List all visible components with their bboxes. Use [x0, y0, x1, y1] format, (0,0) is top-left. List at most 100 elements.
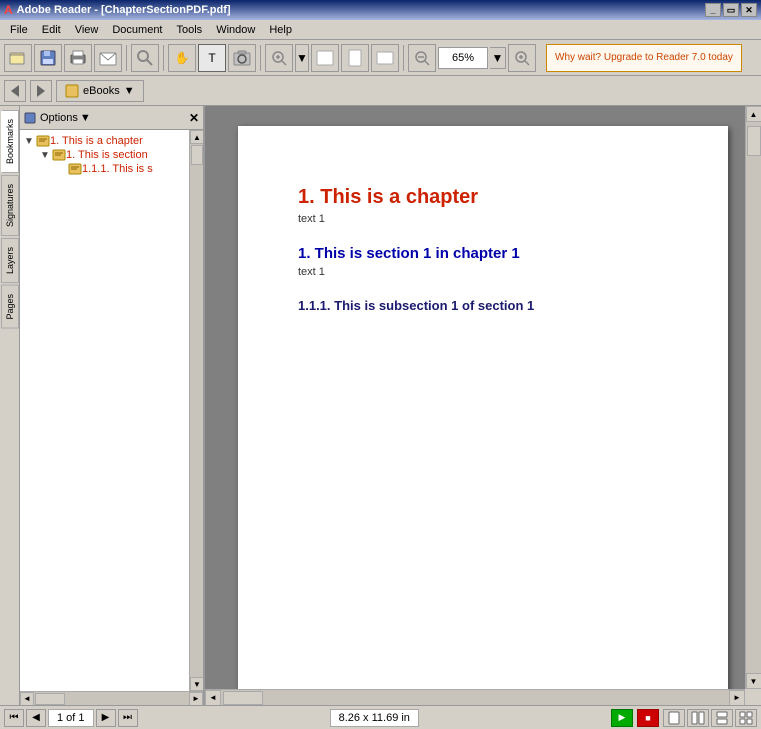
minimize-button[interactable]: _	[705, 3, 721, 17]
status-bar: ⏮ ◀ 1 of 1 ▶ ⏭ 8.26 x 11.69 in ▶ ■	[0, 705, 761, 729]
ebooks-label: eBooks	[83, 85, 120, 97]
panel-close-button[interactable]: ✕	[189, 111, 199, 125]
prev-page-button[interactable]: ◀	[26, 709, 46, 727]
toolbar-separator-4	[403, 45, 404, 71]
bookmark-item-chapter[interactable]: ▼ 1. This is a chapter	[20, 134, 189, 148]
expand-section-icon[interactable]: ▼	[40, 150, 52, 161]
bookmarks-scroll-track	[190, 144, 203, 677]
tab-pages[interactable]: Pages	[1, 285, 19, 329]
bookmarks-hscroll-right[interactable]: ►	[189, 692, 203, 706]
dimensions-display: 8.26 x 11.69 in	[330, 709, 419, 727]
hand-button[interactable]: ✋	[168, 44, 196, 72]
save-button[interactable]	[34, 44, 62, 72]
zoom-control: 65% ▼	[438, 47, 506, 69]
status-left: ⏮ ◀ 1 of 1 ▶ ⏭	[4, 709, 138, 727]
bookmark-item-section[interactable]: ▼ 1. This is section	[20, 148, 189, 162]
continuous-facing-button[interactable]	[735, 709, 757, 727]
fit-page-button[interactable]	[341, 44, 369, 72]
app-icon: A	[4, 3, 13, 17]
bookmarks-scroll-down[interactable]: ▼	[190, 677, 203, 691]
options-label: Options	[40, 112, 78, 124]
search-button[interactable]	[131, 44, 159, 72]
bookmark-item-subsection[interactable]: 1.1.1. This is s	[20, 162, 189, 176]
single-page-button[interactable]	[663, 709, 685, 727]
options-button[interactable]: Options ▼	[40, 112, 91, 124]
pdf-scroll-thumb[interactable]	[747, 126, 761, 156]
email-button[interactable]	[94, 44, 122, 72]
menu-edit[interactable]: Edit	[36, 22, 67, 38]
page-display: 1 of 1	[48, 709, 94, 727]
pdf-hscroll-thumb[interactable]	[223, 691, 263, 705]
menu-document[interactable]: Document	[106, 22, 168, 38]
continuous-button[interactable]	[711, 709, 733, 727]
pdf-scroll-up[interactable]: ▲	[746, 106, 761, 122]
pdf-hscroll-left[interactable]: ◄	[205, 690, 221, 706]
last-page-button[interactable]: ⏭	[118, 709, 138, 727]
prev-page-view-button[interactable]	[311, 44, 339, 72]
main-content-area: Bookmarks Signatures Layers Pages Option…	[0, 106, 761, 705]
bookmarks-vscrollbar[interactable]: ▲ ▼	[189, 130, 203, 691]
zoom-value[interactable]: 65%	[438, 47, 488, 69]
pdf-scroll-down[interactable]: ▼	[746, 673, 761, 689]
play-button[interactable]: ▶	[611, 709, 633, 727]
tab-bookmarks[interactable]: Bookmarks	[1, 110, 19, 173]
snapshot-button[interactable]	[228, 44, 256, 72]
toolbar-arrow-right[interactable]	[30, 80, 52, 102]
bookmark-chapter-label: 1. This is a chapter	[50, 135, 143, 147]
pdf-text-1: text 1	[298, 213, 668, 225]
main-toolbar: ✋ T ▼ 65% ▼ Why wait? Upgrade to Reader …	[0, 40, 761, 76]
pdf-hscroll-right[interactable]: ►	[729, 690, 745, 706]
restore-button[interactable]: ▭	[723, 3, 739, 17]
toolbar-arrow-left[interactable]	[4, 80, 26, 102]
left-tab-bar: Bookmarks Signatures Layers Pages	[0, 106, 20, 705]
tab-signatures[interactable]: Signatures	[1, 175, 19, 236]
bookmarks-content: ▼ 1. This is a chapter ▼ 1. This is sect…	[20, 130, 189, 691]
stop-button[interactable]: ■	[637, 709, 659, 727]
menu-help[interactable]: Help	[263, 22, 298, 38]
open-button[interactable]	[4, 44, 32, 72]
bookmarks-hscrollbar[interactable]: ◄ ►	[20, 691, 203, 705]
ebooks-button[interactable]: eBooks ▼	[56, 80, 144, 102]
menu-tools[interactable]: Tools	[171, 22, 209, 38]
window-title: Adobe Reader - [ChapterSectionPDF.pdf]	[17, 4, 231, 16]
bookmarks-hscroll-left[interactable]: ◄	[20, 692, 34, 706]
first-page-button[interactable]: ⏮	[4, 709, 24, 727]
bookmarks-hscroll-thumb[interactable]	[35, 693, 65, 705]
bookmark-section-icon	[52, 149, 66, 161]
zoom-dropdown-button[interactable]: ▼	[490, 47, 506, 69]
status-right: ▶ ■	[611, 709, 757, 727]
menu-file[interactable]: File	[4, 22, 34, 38]
pdf-hscroll-track	[221, 690, 729, 706]
facing-pages-button[interactable]	[687, 709, 709, 727]
bookmarks-panel: Options ▼ ✕ ▼ 1. This is a chapter	[20, 106, 205, 705]
zoom-plus-button[interactable]	[508, 44, 536, 72]
title-bar: A Adobe Reader - [ChapterSectionPDF.pdf]…	[0, 0, 761, 20]
upgrade-banner[interactable]: Why wait? Upgrade to Reader 7.0 today	[546, 44, 742, 72]
pdf-hscrollbar[interactable]: ◄ ►	[205, 689, 745, 705]
bookmarks-scroll-thumb[interactable]	[191, 145, 203, 165]
bookmarks-scroll-up[interactable]: ▲	[190, 130, 203, 144]
pdf-text-2: text 1	[298, 266, 668, 278]
menu-view[interactable]: View	[69, 22, 105, 38]
zoom-in-button[interactable]	[265, 44, 293, 72]
scroll-corner	[745, 689, 761, 705]
pdf-vscrollbar[interactable]: ▲ ▼	[745, 106, 761, 689]
pdf-scroll-area[interactable]: 1. This is a chapter text 1 1. This is s…	[205, 106, 761, 705]
print-button[interactable]	[64, 44, 92, 72]
secondary-toolbar: eBooks ▼	[0, 76, 761, 106]
menu-bar: File Edit View Document Tools Window Hel…	[0, 20, 761, 40]
pdf-heading-3: 1.1.1. This is subsection 1 of section 1	[298, 298, 668, 313]
pdf-heading-1: 1. This is a chapter	[298, 186, 668, 209]
zoom-out-small-button[interactable]	[408, 44, 436, 72]
ebooks-arrow-icon: ▼	[124, 85, 135, 97]
tab-layers[interactable]: Layers	[1, 238, 19, 283]
bookmarks-header-icon	[24, 112, 36, 124]
expand-chapter-icon[interactable]: ▼	[24, 136, 36, 147]
text-button[interactable]: T	[198, 44, 226, 72]
menu-window[interactable]: Window	[210, 22, 261, 38]
close-button[interactable]: ✕	[741, 3, 757, 17]
fit-width-button[interactable]	[371, 44, 399, 72]
zoom-dropdown-arrow[interactable]: ▼	[295, 44, 309, 72]
bookmarks-tree-container: ▼ 1. This is a chapter ▼ 1. This is sect…	[20, 130, 203, 691]
next-page-button[interactable]: ▶	[96, 709, 116, 727]
